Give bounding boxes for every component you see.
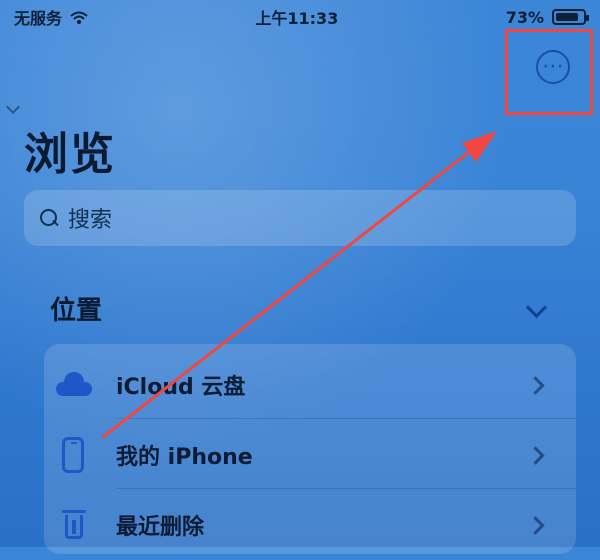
battery-icon (552, 9, 589, 25)
location-label: iCloud 云盘 (116, 375, 246, 400)
phone-icon (62, 437, 84, 473)
battery-percent: 73% (505, 7, 544, 27)
locations-section-title: 位置 (50, 296, 103, 326)
chevron-right-icon (526, 375, 545, 395)
page-title: 浏览 (24, 129, 116, 180)
location-row-iphone[interactable]: 我的 iPhone (44, 420, 576, 490)
carrier-label: 无服务 (14, 9, 63, 28)
wifi-icon (70, 10, 88, 24)
status-right: 73% (505, 7, 589, 27)
search-placeholder: 搜索 (68, 208, 113, 233)
location-label: 最近删除 (116, 515, 205, 540)
location-label: 我的 iPhone (116, 445, 253, 470)
trash-lid (62, 510, 86, 513)
locations-list: iCloud 云盘 我的 iPhone 最近删除 (44, 344, 576, 554)
chevron-right-icon (526, 515, 545, 535)
status-left: 无服务 (14, 5, 88, 29)
row-divider (116, 418, 576, 419)
location-row-icloud[interactable]: iCloud 云盘 (44, 350, 576, 420)
cloud-icon (54, 372, 94, 398)
battery-fill (556, 13, 578, 21)
location-row-recently-deleted[interactable]: 最近删除 (44, 490, 576, 560)
search-field[interactable]: 搜索 (24, 190, 576, 246)
search-icon (40, 209, 58, 227)
status-time: 上午11:33 (255, 9, 339, 28)
chevron-down-icon[interactable] (525, 296, 548, 319)
chevron-right-icon (526, 445, 545, 465)
row-divider (116, 488, 576, 489)
annotation-highlight-box (505, 29, 593, 115)
back-chevron-icon (5, 99, 21, 115)
trash-icon (62, 510, 86, 540)
trash-body (65, 515, 83, 539)
